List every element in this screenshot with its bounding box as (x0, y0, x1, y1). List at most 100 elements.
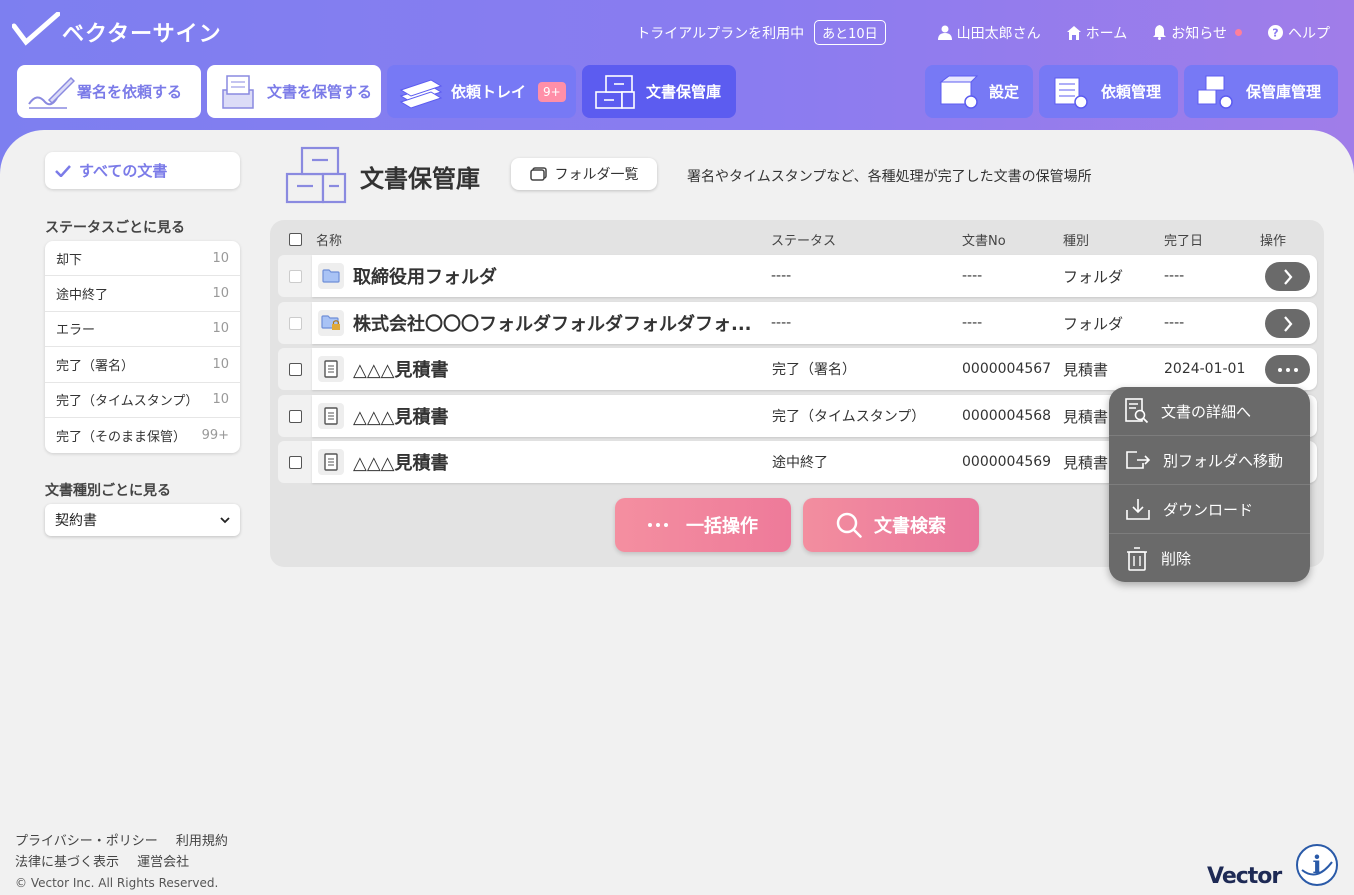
vault-mgmt-icon (1197, 75, 1233, 109)
nav-request-tray[interactable]: 依頼トレイ 9+ (387, 65, 576, 118)
open-folder-button[interactable] (1265, 262, 1310, 291)
row-status: ---- (771, 268, 792, 284)
header-name: 名称 (316, 234, 343, 249)
row-type: 見積書 (1063, 407, 1109, 426)
menu-item-move[interactable]: 別フォルダへ移動 (1109, 436, 1310, 485)
select-all-checkbox[interactable] (289, 233, 302, 250)
doc-search-label: 文書検索 (874, 516, 946, 537)
header-status: ステータス (771, 234, 837, 249)
menu-delete-label: 削除 (1161, 550, 1192, 568)
row-status: 完了（署名） (772, 362, 856, 378)
vector-logo[interactable]: Vector (1207, 864, 1282, 889)
download-icon (1126, 499, 1150, 520)
table-row[interactable]: 株式会社〇〇〇フォルダフォルダフォルダフォ... ---- ---- フォルダ … (278, 302, 1317, 344)
doc-search-button[interactable]: 文書検索 (803, 498, 979, 552)
nav-store-doc[interactable]: 文書を保管する (207, 65, 381, 118)
page-title: 文書保管庫 (360, 165, 480, 193)
folder-list-label: フォルダ一覧 (554, 167, 639, 183)
search-icon (836, 512, 862, 538)
locked-folder-icon (318, 310, 344, 336)
user-menu[interactable]: 山田太郎さん (937, 23, 1041, 43)
folder-list-button[interactable]: フォルダ一覧 (511, 158, 657, 190)
row-checkbox[interactable] (278, 302, 312, 344)
company-link[interactable]: 運営会社 (137, 855, 189, 870)
doc-type-selected: 契約書 (55, 513, 97, 529)
status-item-complete-stored[interactable]: 完了（そのまま保管） 99+ (45, 418, 240, 453)
header-type: 種別 (1063, 234, 1090, 249)
folder-icon (318, 263, 344, 289)
nav-request-sign[interactable]: 署名を依頼する (17, 65, 201, 118)
row-type: フォルダ (1063, 267, 1124, 286)
row-doc-no: ---- (962, 315, 983, 331)
brand-name: ベクターサイン (62, 22, 222, 47)
table-row[interactable]: 取締役用フォルダ ---- ---- フォルダ ---- (278, 255, 1317, 297)
row-doc-no: 0000004569 (962, 454, 1052, 470)
help-link[interactable]: ? ヘルプ (1268, 23, 1330, 43)
nav-settings[interactable]: 設定 (925, 65, 1033, 118)
bulk-action-button[interactable]: 一括操作 (615, 498, 791, 552)
table-row[interactable]: △△△見積書 完了（署名） 0000004567 見積書 2024-01-01 (278, 348, 1317, 390)
status-label: エラー (56, 323, 96, 339)
row-checkbox[interactable] (278, 255, 312, 297)
notice-dot (1235, 29, 1242, 36)
row-checkbox[interactable] (278, 348, 312, 390)
bulk-action-label: 一括操作 (686, 516, 758, 537)
doc-type-select[interactable]: 契約書 (45, 504, 240, 536)
menu-details-label: 文書の詳細へ (1161, 402, 1252, 421)
row-type: フォルダ (1063, 314, 1124, 333)
row-actions-menu: 文書の詳細へ 別フォルダへ移動 ダウンロード 削除 (1109, 387, 1310, 582)
row-doc-no: 0000004567 (962, 361, 1052, 377)
nav-vault[interactable]: 文書保管庫 (582, 65, 736, 118)
help-icon: ? (1268, 25, 1283, 40)
privacy-link[interactable]: プライバシー・ポリシー (15, 834, 158, 849)
open-folder-button[interactable] (1265, 309, 1310, 338)
home-icon (1066, 25, 1081, 40)
all-docs-button[interactable]: すべての文書 (45, 152, 240, 189)
more-actions-button[interactable] (1265, 355, 1310, 384)
row-checkbox[interactable] (278, 441, 312, 483)
page-description: 署名やタイムスタンプなど、各種処理が完了した文書の保管場所 (687, 169, 1092, 185)
copyright: © Vector Inc. All Rights Reserved. (15, 876, 219, 890)
row-name: 取締役用フォルダ (353, 267, 497, 288)
row-status: ---- (771, 315, 792, 331)
more-dots-icon (648, 523, 668, 527)
status-label: 完了（そのまま保管） (56, 430, 187, 446)
menu-item-details[interactable]: 文書の詳細へ (1109, 387, 1310, 436)
status-item-aborted[interactable]: 途中終了 10 (45, 276, 240, 312)
chevron-right-icon (1283, 268, 1292, 285)
nav-vault-mgmt[interactable]: 保管庫管理 (1184, 65, 1338, 118)
status-item-complete-sign[interactable]: 完了（署名） 10 (45, 347, 240, 383)
menu-item-delete[interactable]: 削除 (1109, 534, 1310, 582)
all-docs-label: すべての文書 (79, 162, 168, 180)
footer: プライバシー・ポリシー 利用規約 法律に基づく表示 運営会社 © Vector … (15, 831, 242, 894)
nav-request-mgmt[interactable]: 依頼管理 (1039, 65, 1178, 118)
user-icon (937, 25, 952, 40)
header-doc-no: 文書No (962, 234, 1006, 249)
svg-text:?: ? (1272, 27, 1278, 40)
menu-item-download[interactable]: ダウンロード (1109, 485, 1310, 534)
tray-icon (399, 78, 443, 109)
privacy-mark-logo[interactable]: i (1294, 842, 1340, 888)
vault-boxes-icon (595, 74, 635, 109)
user-name: 山田太郎さん (956, 25, 1041, 42)
row-status: 途中終了 (772, 455, 828, 471)
nav-request-tray-label: 依頼トレイ (451, 83, 527, 101)
document-icon (318, 449, 344, 475)
status-item-rejected[interactable]: 却下 10 (45, 241, 240, 277)
chevron-down-icon (220, 516, 230, 523)
request-tray-badge: 9+ (538, 81, 566, 102)
notice-link[interactable]: お知らせ (1153, 23, 1242, 43)
status-label: 完了（タイムスタンプ） (56, 394, 199, 410)
request-mgmt-icon (1054, 77, 1088, 109)
status-item-error[interactable]: エラー 10 (45, 312, 240, 348)
brand-logo[interactable]: ベクターサイン (12, 10, 222, 48)
status-count: 10 (212, 250, 229, 266)
help-label: ヘルプ (1288, 25, 1330, 42)
row-checkbox[interactable] (278, 395, 312, 437)
legal-link[interactable]: 法律に基づく表示 (15, 855, 119, 870)
status-item-complete-timestamp[interactable]: 完了（タイムスタンプ） 10 (45, 383, 240, 418)
terms-link[interactable]: 利用規約 (176, 834, 228, 849)
status-label: 完了（署名） (56, 358, 135, 374)
home-link[interactable]: ホーム (1066, 23, 1127, 43)
more-dots-icon (1277, 367, 1298, 372)
